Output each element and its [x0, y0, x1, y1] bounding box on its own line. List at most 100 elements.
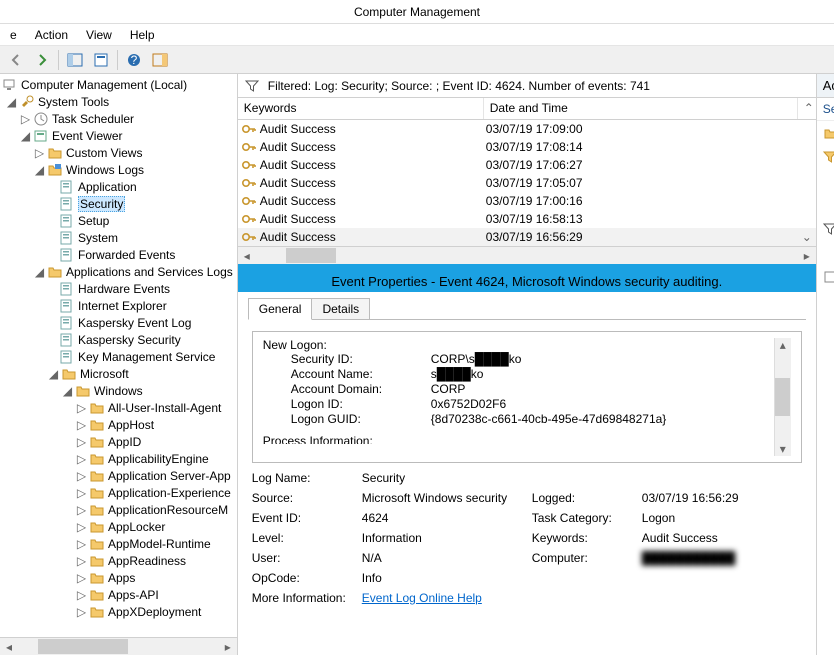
node-log-application[interactable]: Application [0, 178, 237, 195]
forward-button[interactable] [30, 49, 54, 71]
scroll-up-button[interactable]: ▴ [780, 338, 786, 352]
node-log-kaspersky event log[interactable]: Kaspersky Event Log [0, 314, 237, 331]
expand-icon[interactable]: ▷ [76, 453, 87, 464]
properties-button[interactable] [89, 49, 113, 71]
expand-icon[interactable]: ▷ [76, 538, 87, 549]
expand-icon[interactable]: ▷ [76, 402, 87, 413]
action-item-clear[interactable]: Clear [817, 241, 834, 265]
collapse-icon[interactable]: ◢ [34, 266, 45, 277]
grid-body[interactable]: Audit Success 03/07/19 17:09:00 Audit Su… [238, 120, 816, 246]
node-folder-appmodel-runtime[interactable]: ▷ AppModel-Runtime [0, 535, 237, 552]
node-log-hardware events[interactable]: Hardware Events [0, 280, 237, 297]
node-task-scheduler[interactable]: ▷ Task Scheduler [0, 110, 237, 127]
expand-icon[interactable]: ▷ [76, 504, 87, 515]
node-log-setup[interactable]: Setup [0, 212, 237, 229]
show-hide-console-tree-button[interactable] [63, 49, 87, 71]
node-folder-apps-api[interactable]: ▷ Apps-API [0, 586, 237, 603]
expand-icon[interactable]: ▷ [76, 419, 87, 430]
node-folder-applicationresourcem[interactable]: ▷ ApplicationResourceM [0, 501, 237, 518]
grid-horizontal-scrollbar[interactable]: ◂ ▸ [238, 246, 816, 264]
action-item-impo[interactable]: Impo [817, 169, 834, 193]
expand-icon[interactable]: ▷ [76, 572, 87, 583]
menu-action[interactable]: Action [27, 26, 76, 44]
node-computer-management[interactable]: Computer Management (Local) [0, 76, 237, 93]
tab-details[interactable]: Details [312, 298, 370, 320]
expand-icon[interactable]: ▷ [76, 606, 87, 617]
scroll-right-button[interactable]: ▸ [219, 638, 237, 655]
expand-icon[interactable]: ▷ [34, 147, 45, 158]
action-item-clear[interactable]: Clear [817, 193, 834, 217]
expand-icon[interactable]: ▷ [76, 521, 87, 532]
node-folder-application-experience[interactable]: ▷ Application-Experience [0, 484, 237, 501]
expand-icon[interactable]: ▷ [76, 436, 87, 447]
node-event-viewer[interactable]: ◢ Event Viewer [0, 127, 237, 144]
node-folder-apphost[interactable]: ▷ AppHost [0, 416, 237, 433]
collapse-icon[interactable]: ◢ [48, 368, 59, 379]
node-custom-views[interactable]: ▷ Custom Views [0, 144, 237, 161]
node-folder-appxdeployment[interactable]: ▷ AppXDeployment [0, 603, 237, 620]
scroll-thumb[interactable] [38, 639, 128, 654]
back-button[interactable] [4, 49, 28, 71]
expand-icon[interactable]: ▷ [76, 470, 87, 481]
node-log-key management service[interactable]: Key Management Service [0, 348, 237, 365]
expand-icon[interactable]: ▷ [76, 589, 87, 600]
expand-icon[interactable]: ▷ [76, 555, 87, 566]
node-windows-logs[interactable]: ◢ Windows Logs [0, 161, 237, 178]
node-log-security[interactable]: Security [0, 195, 237, 212]
menu-help[interactable]: Help [122, 26, 163, 44]
node-log-internet explorer[interactable]: Internet Explorer [0, 297, 237, 314]
scroll-left-button[interactable]: ◂ [0, 638, 18, 655]
node-microsoft[interactable]: ◢ Microsoft [0, 365, 237, 382]
node-windows[interactable]: ◢ Windows [0, 382, 237, 399]
scroll-down-button[interactable]: ⌄ [798, 230, 816, 244]
node-folder-apps[interactable]: ▷ Apps [0, 569, 237, 586]
event-log-help-link[interactable]: Event Log Online Help [362, 591, 482, 605]
scroll-track[interactable] [18, 638, 219, 655]
event-row[interactable]: Audit Success 03/07/19 16:56:29 ⌄ [238, 228, 816, 246]
node-folder-appid[interactable]: ▷ AppID [0, 433, 237, 450]
scroll-thumb[interactable] [286, 248, 336, 263]
help-button[interactable]: ? [122, 49, 146, 71]
event-row[interactable]: Audit Success 03/07/19 16:58:13 [238, 210, 816, 228]
node-system-tools[interactable]: ◢ System Tools [0, 93, 237, 110]
menu-view[interactable]: View [78, 26, 120, 44]
action-item-filter[interactable]: Filter [817, 217, 834, 241]
event-row[interactable]: Audit Success 03/07/19 17:06:27 [238, 156, 816, 174]
node-apps-services-logs[interactable]: ◢ Applications and Services Logs [0, 263, 237, 280]
scroll-track[interactable] [256, 247, 798, 264]
collapse-icon[interactable]: ◢ [20, 130, 31, 141]
scroll-thumb[interactable] [775, 378, 790, 416]
tree[interactable]: Computer Management (Local) ◢ System Too… [0, 74, 237, 637]
scroll-up-button[interactable]: ⌃ [798, 98, 816, 119]
action-item-prope[interactable]: Prope [817, 265, 834, 289]
menu-file[interactable]: e [2, 26, 25, 44]
node-folder-application-server-app[interactable]: ▷ Application Server-App [0, 467, 237, 484]
event-row[interactable]: Audit Success 03/07/19 17:08:14 [238, 138, 816, 156]
expand-icon[interactable]: ▷ [20, 113, 31, 124]
tree-horizontal-scrollbar[interactable]: ◂ ▸ [0, 637, 237, 655]
column-keywords[interactable]: Keywords [238, 98, 484, 119]
expand-icon[interactable]: ▷ [76, 487, 87, 498]
node-folder-applicabilityengine[interactable]: ▷ ApplicabilityEngine [0, 450, 237, 467]
collapse-icon[interactable]: ◢ [34, 164, 45, 175]
action-item-creat[interactable]: Creat [817, 145, 834, 169]
node-folder-all-user-install-agent[interactable]: ▷ All-User-Install-Agent [0, 399, 237, 416]
scroll-right-button[interactable]: ▸ [798, 247, 816, 264]
collapse-icon[interactable]: ◢ [6, 96, 17, 107]
node-folder-applocker[interactable]: ▷ AppLocker [0, 518, 237, 535]
column-datetime[interactable]: Date and Time [484, 98, 798, 119]
node-log-kaspersky security[interactable]: Kaspersky Security [0, 331, 237, 348]
node-folder-appreadiness[interactable]: ▷ AppReadiness [0, 552, 237, 569]
event-row[interactable]: Audit Success 03/07/19 17:05:07 [238, 174, 816, 192]
action-item-open[interactable]: Open [817, 121, 834, 145]
scroll-down-button[interactable]: ▾ [780, 442, 786, 456]
node-log-forwarded events[interactable]: Forwarded Events [0, 246, 237, 263]
tab-general[interactable]: General [248, 298, 313, 320]
scroll-left-button[interactable]: ◂ [238, 247, 256, 264]
event-row[interactable]: Audit Success 03/07/19 17:00:16 [238, 192, 816, 210]
node-log-system[interactable]: System [0, 229, 237, 246]
detail-vertical-scrollbar[interactable]: ▴ ▾ [774, 338, 791, 456]
collapse-icon[interactable]: ◢ [62, 385, 73, 396]
action-pane-button[interactable] [148, 49, 172, 71]
event-row[interactable]: Audit Success 03/07/19 17:09:00 [238, 120, 816, 138]
